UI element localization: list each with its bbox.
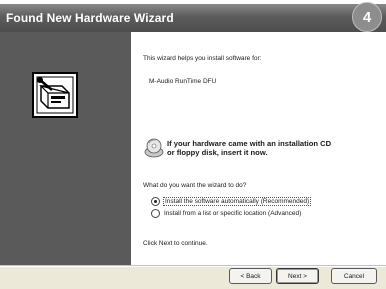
wizard-side-panel: [0, 32, 131, 265]
radio-label-automatic: Install the software automatically (Reco…: [162, 197, 312, 206]
radio-button[interactable]: [151, 209, 160, 218]
wizard-content: This wizard helps you install software f…: [131, 32, 386, 265]
cd-notice-line2: or floppy disk, insert it now.: [167, 148, 268, 157]
intro-text: This wizard helps you install software f…: [143, 55, 262, 62]
footer-divider-highlight: [0, 266, 386, 267]
back-button[interactable]: < Back: [229, 268, 272, 284]
title-bar[interactable]: Found New Hardware Wizard: [0, 4, 386, 32]
radio-install-automatically[interactable]: Install the software automatically (Reco…: [151, 197, 312, 206]
cd-notice-line1: If your hardware came with an installati…: [167, 139, 332, 148]
wizard-window: Found New Hardware Wizard 4 This wizard …: [0, 2, 386, 289]
window-title: Found New Hardware Wizard: [6, 11, 174, 25]
radio-label-advanced: Install from a list or specific location…: [164, 210, 302, 217]
radio-install-from-list[interactable]: Install from a list or specific location…: [151, 209, 301, 218]
question-text: What do you want the wizard to do?: [143, 182, 247, 189]
step-badge: 4: [352, 2, 382, 32]
cd-icon: [144, 138, 164, 158]
device-name: M-Audio RunTime DFU: [149, 78, 217, 85]
cancel-button[interactable]: Cancel: [331, 268, 377, 284]
continue-hint: Click Next to continue.: [143, 240, 208, 247]
hardware-wizard-icon: [32, 72, 78, 118]
next-button[interactable]: Next >: [276, 268, 319, 284]
radio-button-selected[interactable]: [151, 197, 160, 206]
